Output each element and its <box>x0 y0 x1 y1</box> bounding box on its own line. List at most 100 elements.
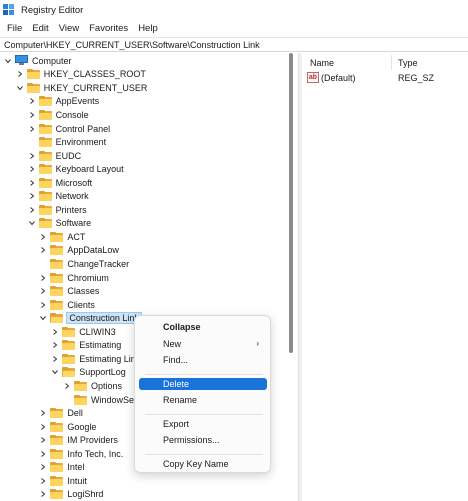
chevron-right-icon[interactable] <box>39 273 47 283</box>
column-header-name[interactable]: Name <box>310 56 334 70</box>
tree-item-hkey-current-user[interactable]: HKEY_CURRENT_USER <box>16 81 147 95</box>
tree-item-hkey-classes-root[interactable]: HKEY_CLASSES_ROOT <box>16 68 146 82</box>
chevron-right-icon[interactable] <box>39 489 47 499</box>
value-row[interactable]: ab (Default) REG_SZ <box>302 72 468 85</box>
chevron-right-icon[interactable] <box>28 110 36 120</box>
chevron-right-icon[interactable] <box>39 286 47 296</box>
chevron-down-icon[interactable] <box>39 313 47 323</box>
chevron-down-icon[interactable] <box>51 367 59 377</box>
tree-item-estimating[interactable]: Estimating <box>51 339 121 353</box>
chevron-right-icon[interactable] <box>51 327 59 337</box>
chevron-right-icon[interactable] <box>39 449 47 459</box>
chevron-right-icon[interactable] <box>28 178 36 188</box>
tree-item-eudc[interactable]: EUDC <box>28 149 81 163</box>
tree-item-network[interactable]: Network <box>28 190 89 204</box>
tree-item-cliwin3[interactable]: CLIWIN3 <box>51 325 116 339</box>
tree-item-control-panel[interactable]: Control Panel <box>28 122 110 136</box>
context-menu-delete[interactable]: Delete <box>139 377 267 390</box>
chevron-right-icon[interactable] <box>16 69 24 79</box>
chevron-right-icon[interactable] <box>28 191 36 201</box>
chevron-right-icon[interactable] <box>39 476 47 486</box>
folder-icon <box>50 462 64 473</box>
menu-bar: File Edit View Favorites Help <box>0 20 468 37</box>
registry-editor-icon <box>3 4 15 16</box>
menu-view[interactable]: View <box>54 23 84 34</box>
menu-favorites[interactable]: Favorites <box>84 23 133 34</box>
tree-item-chromium[interactable]: Chromium <box>39 271 109 285</box>
tree-item-classes[interactable]: Classes <box>39 284 99 298</box>
tree-item-console[interactable]: Console <box>28 108 89 122</box>
folder-icon <box>50 448 64 459</box>
folder-icon <box>50 475 64 486</box>
tree-item-keyboard-layout[interactable]: Keyboard Layout <box>28 162 124 176</box>
folder-icon <box>38 177 52 188</box>
tree-item-changetracker[interactable]: ChangeTracker <box>39 257 129 271</box>
tree-item-label: Network <box>55 191 89 202</box>
chevron-right-icon[interactable] <box>39 300 47 310</box>
chevron-right-icon[interactable] <box>39 232 47 242</box>
chevron-right-icon[interactable] <box>63 381 71 391</box>
tree-item-act[interactable]: ACT <box>39 230 85 244</box>
chevron-right-icon[interactable] <box>39 462 47 472</box>
chevron-right-icon[interactable] <box>39 435 47 445</box>
chevron-right-icon[interactable] <box>28 164 36 174</box>
tree-item-appdatalow[interactable]: AppDataLow <box>39 244 119 258</box>
tree-item-label: Environment <box>55 137 107 148</box>
chevron-right-icon[interactable] <box>51 340 59 350</box>
tree-item-options[interactable]: Options <box>63 379 122 393</box>
tree-item-clients[interactable]: Clients <box>39 298 95 312</box>
tree-item-computer[interactable]: Computer <box>4 54 72 68</box>
context-menu-collapse[interactable]: Collapse <box>139 321 267 333</box>
tree-item-label: Classes <box>67 286 100 297</box>
column-header-type[interactable]: Type <box>398 56 418 70</box>
folder-icon <box>38 191 52 202</box>
tree-item-environment[interactable]: Environment <box>28 135 107 149</box>
chevron-right-icon[interactable] <box>39 422 47 432</box>
context-menu-find[interactable]: Find... <box>139 354 267 366</box>
folder-icon <box>26 69 40 80</box>
address-bar[interactable]: Computer\HKEY_CURRENT_USER\Software\Cons… <box>0 37 468 52</box>
chevron-right-icon[interactable] <box>51 354 59 364</box>
chevron-down-icon[interactable] <box>16 83 24 93</box>
menu-file[interactable]: File <box>2 23 27 34</box>
context-menu-export[interactable]: Export <box>139 418 267 430</box>
chevron-right-icon[interactable] <box>28 124 36 134</box>
tree-item-intuit[interactable]: Intuit <box>39 474 87 488</box>
context-menu-copy-key-name[interactable]: Copy Key Name <box>139 458 267 470</box>
values-pane[interactable]: Name Type ab (Default) REG_SZ <box>302 53 468 501</box>
folder-icon <box>74 394 87 405</box>
tree-item-estimating-lin[interactable]: Estimating Lin <box>51 352 136 366</box>
chevron-right-icon: › <box>256 338 259 348</box>
context-menu-new[interactable]: New › <box>139 338 267 350</box>
chevron-down-icon[interactable] <box>28 218 36 228</box>
tree-item-printers[interactable]: Printers <box>28 203 87 217</box>
chevron-right-icon[interactable] <box>28 205 36 215</box>
context-menu-permissions[interactable]: Permissions... <box>139 434 267 446</box>
tree-item-dell[interactable]: Dell <box>39 406 83 420</box>
tree-item-software[interactable]: Software <box>28 217 91 231</box>
menu-edit[interactable]: Edit <box>27 23 53 34</box>
tree-item-construction-link[interactable]: Construction Link <box>39 311 142 325</box>
context-menu-rename[interactable]: Rename <box>139 394 267 406</box>
chevron-right-icon[interactable] <box>28 151 36 161</box>
tree-item-windowse[interactable]: WindowSe <box>63 393 134 407</box>
tree-item-info-tech-inc[interactable]: Info Tech, Inc. <box>39 447 123 461</box>
menu-help[interactable]: Help <box>133 23 163 34</box>
chevron-down-icon[interactable] <box>4 56 12 66</box>
tree-scrollbar[interactable] <box>289 53 293 353</box>
tree-item-appevents[interactable]: AppEvents <box>28 95 99 109</box>
tree-item-microsoft[interactable]: Microsoft <box>28 176 92 190</box>
folder-icon <box>50 489 64 500</box>
chevron-right-icon[interactable] <box>39 408 47 418</box>
tree-item-google[interactable]: Google <box>39 420 96 434</box>
tree-item-logishrd[interactable]: LogiShrd <box>39 488 103 501</box>
context-menu-label: Permissions... <box>163 435 220 445</box>
folder-icon <box>50 408 64 419</box>
chevron-right-icon[interactable] <box>28 96 36 106</box>
tree-item-im-providers[interactable]: IM Providers <box>39 433 118 447</box>
column-divider[interactable] <box>391 55 392 70</box>
tree-item-intel[interactable]: Intel <box>39 461 84 475</box>
tree-item-supportlog[interactable]: SupportLog <box>51 366 126 380</box>
folder-icon <box>38 123 52 134</box>
chevron-right-icon[interactable] <box>39 245 47 255</box>
